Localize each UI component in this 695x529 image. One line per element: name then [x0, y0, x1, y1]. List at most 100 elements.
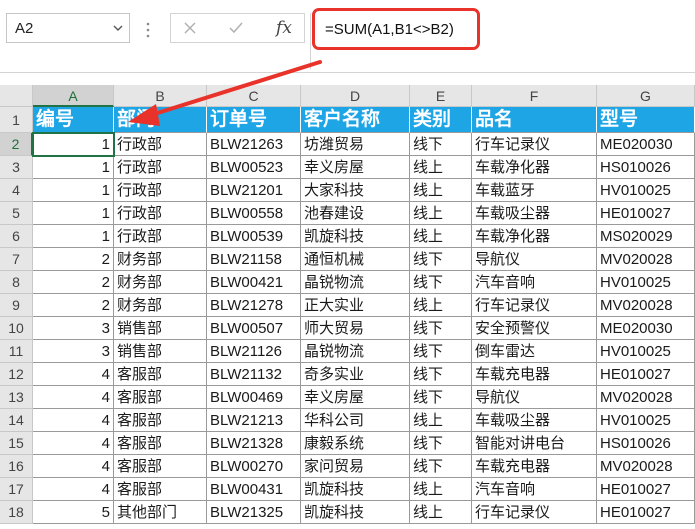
table-cell[interactable]: BLW00539 [207, 225, 301, 248]
table-cell[interactable]: 车载充电器 [472, 363, 597, 386]
table-cell[interactable]: MV020028 [597, 248, 695, 271]
table-cell[interactable]: 2 [33, 248, 114, 271]
table-cell[interactable]: 线上 [410, 179, 472, 202]
row-header[interactable]: 11 [0, 340, 33, 363]
table-cell[interactable]: 客服部 [114, 386, 207, 409]
column-header-b[interactable]: B [114, 85, 207, 107]
cancel-icon[interactable] [173, 14, 207, 42]
header-cell[interactable]: 型号 [597, 107, 695, 133]
table-cell[interactable]: MV020028 [597, 455, 695, 478]
table-cell[interactable]: 行政部 [114, 156, 207, 179]
row-header[interactable]: 12 [0, 363, 33, 386]
table-cell[interactable]: 4 [33, 478, 114, 501]
table-cell[interactable]: 行政部 [114, 202, 207, 225]
table-cell[interactable]: 导航仪 [472, 248, 597, 271]
row-header[interactable]: 1 [0, 107, 33, 133]
table-cell[interactable]: HV010025 [597, 179, 695, 202]
table-cell[interactable]: 车载吸尘器 [472, 202, 597, 225]
table-cell[interactable]: 2 [33, 271, 114, 294]
table-cell[interactable]: 晶锐物流 [301, 340, 410, 363]
table-cell[interactable]: MS020029 [597, 225, 695, 248]
table-cell[interactable]: 幸义房屋 [301, 156, 410, 179]
row-header[interactable]: 8 [0, 271, 33, 294]
table-cell[interactable]: 1 [33, 179, 114, 202]
table-cell[interactable]: 行车记录仪 [472, 133, 597, 156]
table-cell[interactable]: 坊潍贸易 [301, 133, 410, 156]
table-cell[interactable]: 财务部 [114, 294, 207, 317]
table-cell[interactable]: 5 [33, 501, 114, 524]
table-cell[interactable]: BLW00558 [207, 202, 301, 225]
row-header[interactable]: 13 [0, 386, 33, 409]
row-header[interactable]: 14 [0, 409, 33, 432]
table-cell[interactable]: 线下 [410, 386, 472, 409]
chevron-down-icon[interactable] [113, 23, 123, 33]
table-cell[interactable]: BLW21328 [207, 432, 301, 455]
column-header-e[interactable]: E [410, 85, 472, 107]
table-cell[interactable]: 车载吸尘器 [472, 409, 597, 432]
table-cell[interactable]: HV010025 [597, 340, 695, 363]
table-cell[interactable]: HE010027 [597, 501, 695, 524]
table-cell[interactable]: 其他部门 [114, 501, 207, 524]
row-header[interactable]: 15 [0, 432, 33, 455]
table-cell[interactable]: 客服部 [114, 455, 207, 478]
insert-function-icon[interactable]: fx [267, 14, 301, 42]
table-cell[interactable]: 4 [33, 409, 114, 432]
table-cell[interactable]: BLW00431 [207, 478, 301, 501]
table-cell[interactable]: 4 [33, 455, 114, 478]
table-cell[interactable]: MV020028 [597, 294, 695, 317]
table-cell[interactable]: 车载净化器 [472, 156, 597, 179]
table-cell[interactable]: BLW21325 [207, 501, 301, 524]
table-cell[interactable]: 1 [33, 133, 114, 156]
table-cell[interactable]: HE010027 [597, 202, 695, 225]
table-cell[interactable]: 销售部 [114, 340, 207, 363]
table-cell[interactable]: BLW00469 [207, 386, 301, 409]
table-cell[interactable]: 行政部 [114, 225, 207, 248]
column-header-a[interactable]: A [33, 85, 114, 107]
table-cell[interactable]: HE010027 [597, 478, 695, 501]
table-cell[interactable]: BLW21201 [207, 179, 301, 202]
drag-handle-icon[interactable] [146, 22, 150, 38]
row-header[interactable]: 18 [0, 501, 33, 524]
table-cell[interactable]: 智能对讲电台 [472, 432, 597, 455]
row-header[interactable]: 6 [0, 225, 33, 248]
table-cell[interactable]: 行政部 [114, 133, 207, 156]
table-cell[interactable]: BLW21132 [207, 363, 301, 386]
formula-input[interactable]: =SUM(A1,B1<>B2) [310, 13, 695, 69]
table-cell[interactable]: 4 [33, 386, 114, 409]
table-cell[interactable]: 汽车音响 [472, 271, 597, 294]
column-header-c[interactable]: C [207, 85, 301, 107]
table-cell[interactable]: 线上 [410, 501, 472, 524]
row-header[interactable]: 9 [0, 294, 33, 317]
table-cell[interactable]: HV010025 [597, 409, 695, 432]
table-cell[interactable]: 师大贸易 [301, 317, 410, 340]
table-cell[interactable]: 车载净化器 [472, 225, 597, 248]
table-cell[interactable]: 安全预警仪 [472, 317, 597, 340]
table-cell[interactable]: 凯旋科技 [301, 225, 410, 248]
table-cell[interactable]: 4 [33, 363, 114, 386]
table-cell[interactable]: 线上 [410, 156, 472, 179]
table-cell[interactable]: 导航仪 [472, 386, 597, 409]
table-cell[interactable]: 线下 [410, 340, 472, 363]
row-header[interactable]: 3 [0, 156, 33, 179]
row-header[interactable]: 4 [0, 179, 33, 202]
select-all-corner[interactable] [0, 85, 33, 107]
table-cell[interactable]: 客服部 [114, 478, 207, 501]
name-box[interactable]: A2 [6, 13, 130, 43]
table-cell[interactable]: 4 [33, 432, 114, 455]
table-cell[interactable]: 凯旋科技 [301, 501, 410, 524]
table-cell[interactable]: 3 [33, 340, 114, 363]
row-header[interactable]: 5 [0, 202, 33, 225]
row-header[interactable]: 10 [0, 317, 33, 340]
table-cell[interactable]: 线下 [410, 133, 472, 156]
table-cell[interactable]: BLW21263 [207, 133, 301, 156]
table-cell[interactable]: BLW00421 [207, 271, 301, 294]
table-cell[interactable]: HS010026 [597, 156, 695, 179]
table-cell[interactable]: BLW21126 [207, 340, 301, 363]
table-cell[interactable]: 线下 [410, 363, 472, 386]
table-cell[interactable]: 行车记录仪 [472, 294, 597, 317]
table-cell[interactable]: 客服部 [114, 409, 207, 432]
table-cell[interactable]: ME020030 [597, 133, 695, 156]
table-cell[interactable]: 线上 [410, 478, 472, 501]
table-cell[interactable]: 华科公司 [301, 409, 410, 432]
header-cell[interactable]: 订单号 [207, 107, 301, 133]
